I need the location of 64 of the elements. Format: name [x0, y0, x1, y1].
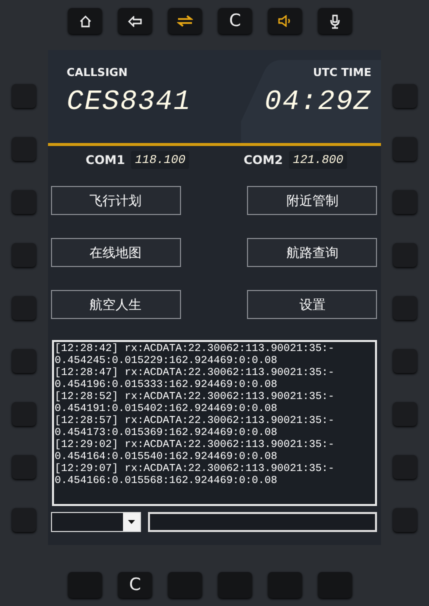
- utc-time-label: UTC TIME: [312, 66, 372, 79]
- side-key[interactable]: [12, 243, 36, 267]
- side-key[interactable]: [12, 402, 36, 426]
- speaker-icon: [278, 15, 292, 27]
- input-field[interactable]: [148, 512, 378, 532]
- side-key[interactable]: [12, 190, 36, 214]
- side-key[interactable]: [393, 243, 418, 267]
- back-key[interactable]: [118, 8, 152, 34]
- log-line: [12:29:02] rx:ACDATA:22.30062:113.90021:35:-: [54, 439, 336, 451]
- dropdown[interactable]: [50, 512, 141, 532]
- side-key[interactable]: [393, 296, 418, 320]
- side-key[interactable]: [393, 455, 418, 479]
- log-line: [12:28:57] rx:ACDATA:22.30062:113.90021:35:-: [54, 415, 336, 427]
- side-key[interactable]: [12, 296, 36, 320]
- callsign-label: CALLSIGN: [66, 66, 129, 79]
- back-arrow-icon: [128, 16, 142, 26]
- microphone-icon: [329, 14, 341, 28]
- menu-button[interactable]: 附近管制: [247, 186, 378, 215]
- radio-label: COM2: [244, 153, 283, 167]
- home-key[interactable]: [68, 8, 102, 34]
- blank-key[interactable]: [318, 572, 352, 598]
- log-line: [12:28:52] rx:ACDATA:22.30062:113.90021:35:-: [54, 391, 336, 403]
- swap-icon: [177, 15, 193, 27]
- log-line: 0.454196:0.015333:162.924469:0:0.08: [54, 379, 278, 391]
- log-line: 0.454245:0.015229:162.924469:0:0.08: [54, 355, 278, 367]
- side-key[interactable]: [393, 349, 418, 373]
- log-line: 0.454166:0.015568:162.924469:0:0.08: [54, 475, 278, 487]
- side-key[interactable]: [12, 455, 36, 479]
- radio-label: COM1: [86, 153, 125, 167]
- side-key[interactable]: [12, 84, 36, 108]
- menu-button[interactable]: 航空人生: [50, 290, 181, 319]
- side-key[interactable]: [12, 508, 36, 532]
- speaker-key[interactable]: [268, 8, 302, 34]
- side-key[interactable]: [393, 84, 418, 108]
- log-line: 0.454164:0.015540:162.924469:0:0.08: [54, 451, 278, 463]
- frequency-value: 118.100: [130, 151, 190, 169]
- swap-key[interactable]: [168, 8, 202, 34]
- side-key[interactable]: [393, 137, 418, 161]
- log-line: 0.454173:0.015369:162.924469:0:0.08: [54, 427, 278, 439]
- callsign-value: CES8341: [66, 89, 192, 117]
- frequency-value: 121.800: [288, 151, 348, 169]
- log-line: [12:29:07] rx:ACDATA:22.30062:113.90021:35:-: [54, 463, 336, 475]
- blank-key[interactable]: [218, 572, 252, 598]
- clear-key[interactable]: C: [118, 572, 152, 598]
- side-key[interactable]: [393, 508, 418, 532]
- blank-key[interactable]: [68, 572, 102, 598]
- blank-key[interactable]: [268, 572, 302, 598]
- mic-key[interactable]: [318, 8, 352, 34]
- clear-key[interactable]: C: [218, 8, 252, 34]
- side-key[interactable]: [12, 137, 36, 161]
- menu-button[interactable]: 航路查询: [247, 238, 378, 267]
- side-key[interactable]: [393, 190, 418, 214]
- menu-button[interactable]: 在线地图: [50, 238, 181, 267]
- log-line: [12:28:47] rx:ACDATA:22.30062:113.90021:35:-: [54, 367, 336, 379]
- menu-button[interactable]: 飞行计划: [50, 186, 181, 215]
- home-icon: [78, 14, 92, 28]
- menu-button[interactable]: 设置: [247, 290, 378, 319]
- log-line: [12:28:42] rx:ACDATA:22.30062:113.90021:35:-: [54, 343, 336, 355]
- side-key[interactable]: [12, 349, 36, 373]
- caret-icon: [128, 520, 135, 524]
- blank-key[interactable]: [168, 572, 202, 598]
- utc-time-value: 04:29Z: [264, 89, 372, 117]
- log-line: 0.454191:0.015402:162.924469:0:0.08: [54, 403, 278, 415]
- side-key[interactable]: [393, 402, 418, 426]
